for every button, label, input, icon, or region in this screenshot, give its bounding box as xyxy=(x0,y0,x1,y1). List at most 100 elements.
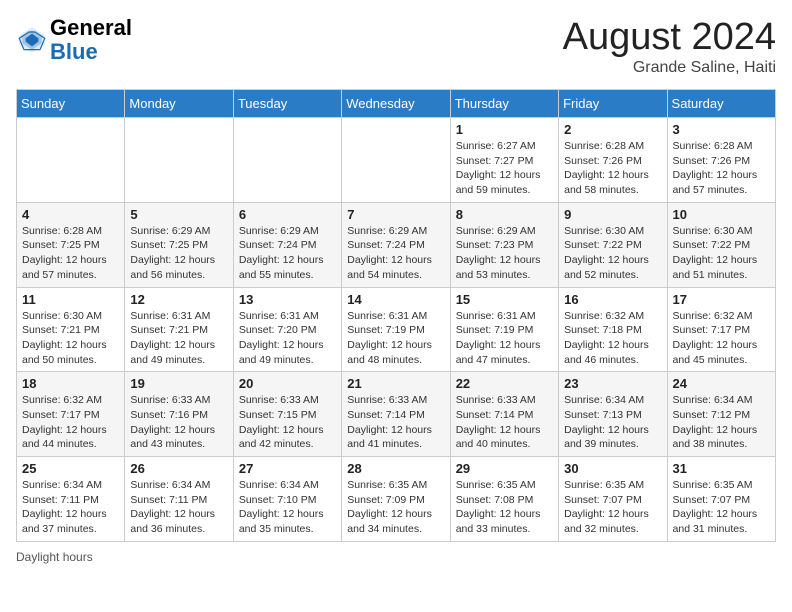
day-info: Sunrise: 6:28 AMSunset: 7:26 PMDaylight:… xyxy=(564,139,661,198)
calendar-day-cell: 19 Sunrise: 6:33 AMSunset: 7:16 PMDayligh… xyxy=(125,372,233,457)
day-number: 16 xyxy=(564,292,661,307)
calendar-day-cell: 25Sunrise: 6:34 AMSunset: 7:11 PMDayligh… xyxy=(17,457,125,542)
calendar-day-cell xyxy=(342,118,450,203)
day-info: Sunrise: 6:33 AMSunset: 7:16 PMDaylight:… xyxy=(130,393,227,452)
day-number: 23 xyxy=(564,376,661,391)
day-number: 12 xyxy=(130,292,227,307)
calendar-week-row: 4 Sunrise: 6:28 AMSunset: 7:25 PMDaylight… xyxy=(17,202,776,287)
day-info: Sunrise: 6:28 AMSunset: 7:26 PMDaylight:… xyxy=(673,139,770,198)
calendar-day-cell: 9Sunrise: 6:30 AMSunset: 7:22 PMDaylight… xyxy=(559,202,667,287)
day-number: 25 xyxy=(22,461,119,476)
location: Grande Saline, Haiti xyxy=(563,59,776,77)
day-info: Sunrise: 6:33 AMSunset: 7:15 PMDaylight:… xyxy=(239,393,336,452)
day-info: Sunrise: 6:29 AMSunset: 7:24 PMDaylight:… xyxy=(347,224,444,283)
calendar-day-header: Saturday xyxy=(667,90,775,118)
day-number: 26 xyxy=(130,461,227,476)
day-info: Sunrise: 6:27 AMSunset: 7:27 PMDaylight:… xyxy=(456,139,553,198)
calendar-day-cell: 14 Sunrise: 6:31 AMSunset: 7:19 PMDayligh… xyxy=(342,287,450,372)
calendar-day-cell: 27 Sunrise: 6:34 AMSunset: 7:10 PMDayligh… xyxy=(233,457,341,542)
calendar-week-row: 18 Sunrise: 6:32 AMSunset: 7:17 PMDayligh… xyxy=(17,372,776,457)
calendar-day-cell: 20 Sunrise: 6:33 AMSunset: 7:15 PMDayligh… xyxy=(233,372,341,457)
calendar-day-cell: 24 Sunrise: 6:34 AMSunset: 7:12 PMDayligh… xyxy=(667,372,775,457)
calendar-day-cell: 15 Sunrise: 6:31 AMSunset: 7:19 PMDayligh… xyxy=(450,287,558,372)
calendar-day-header: Monday xyxy=(125,90,233,118)
day-number: 24 xyxy=(673,376,770,391)
calendar-day-cell: 11Sunrise: 6:30 AMSunset: 7:21 PMDayligh… xyxy=(17,287,125,372)
day-number: 5 xyxy=(130,207,227,222)
calendar-day-cell: 22 Sunrise: 6:33 AMSunset: 7:14 PMDayligh… xyxy=(450,372,558,457)
logo-text: General Blue xyxy=(50,16,132,64)
day-number: 4 xyxy=(22,207,119,222)
page-header: General Blue August 2024 Grande Saline, … xyxy=(16,16,776,77)
calendar-day-cell: 23 Sunrise: 6:34 AMSunset: 7:13 PMDayligh… xyxy=(559,372,667,457)
calendar-day-cell: 28Sunrise: 6:35 AMSunset: 7:09 PMDayligh… xyxy=(342,457,450,542)
logo-blue: Blue xyxy=(50,39,98,64)
calendar-day-cell: 5 Sunrise: 6:29 AMSunset: 7:25 PMDaylight… xyxy=(125,202,233,287)
day-number: 15 xyxy=(456,292,553,307)
day-info: Sunrise: 6:31 AMSunset: 7:19 PMDaylight:… xyxy=(347,309,444,368)
day-number: 8 xyxy=(456,207,553,222)
day-info: Sunrise: 6:32 AMSunset: 7:17 PMDaylight:… xyxy=(673,309,770,368)
calendar-day-cell: 18 Sunrise: 6:32 AMSunset: 7:17 PMDayligh… xyxy=(17,372,125,457)
calendar-week-row: 1 Sunrise: 6:27 AMSunset: 7:27 PMDaylight… xyxy=(17,118,776,203)
calendar-day-header: Friday xyxy=(559,90,667,118)
day-number: 22 xyxy=(456,376,553,391)
calendar-week-row: 25 Sunrise: 6:34 AMSunset: 7:11 PMDayligh… xyxy=(17,457,776,542)
day-info: Sunrise: 6:29 AMSunset: 7:24 PMDaylight:… xyxy=(239,224,336,283)
day-info: Sunrise: 6:32 AMSunset: 7:18 PMDaylight:… xyxy=(564,309,661,368)
day-info: Sunrise: 6:33 AMSunset: 7:14 PMDaylight:… xyxy=(347,393,444,452)
day-number: 30 xyxy=(564,461,661,476)
calendar-day-cell: 21Sunrise: 6:33 AMSunset: 7:14 PMDayligh… xyxy=(342,372,450,457)
day-number: 13 xyxy=(239,292,336,307)
day-info: Sunrise: 6:34 AMSunset: 7:10 PMDaylight:… xyxy=(239,478,336,537)
day-number: 18 xyxy=(22,376,119,391)
calendar-day-cell: 4 Sunrise: 6:28 AMSunset: 7:25 PMDaylight… xyxy=(17,202,125,287)
day-number: 19 xyxy=(130,376,227,391)
day-info: Sunrise: 6:34 AMSunset: 7:12 PMDaylight:… xyxy=(673,393,770,452)
day-info: Sunrise: 6:35 AMSunset: 7:07 PMDaylight:… xyxy=(673,478,770,537)
calendar-day-cell: 1 Sunrise: 6:27 AMSunset: 7:27 PMDaylight… xyxy=(450,118,558,203)
day-number: 31 xyxy=(673,461,770,476)
day-info: Sunrise: 6:32 AMSunset: 7:17 PMDaylight:… xyxy=(22,393,119,452)
calendar-day-cell: 3 Sunrise: 6:28 AMSunset: 7:26 PMDaylight… xyxy=(667,118,775,203)
day-number: 20 xyxy=(239,376,336,391)
calendar-day-cell: 10Sunrise: 6:30 AMSunset: 7:22 PMDayligh… xyxy=(667,202,775,287)
day-info: Sunrise: 6:31 AMSunset: 7:19 PMDaylight:… xyxy=(456,309,553,368)
footer: Daylight hours xyxy=(16,550,776,564)
day-number: 27 xyxy=(239,461,336,476)
day-info: Sunrise: 6:34 AMSunset: 7:11 PMDaylight:… xyxy=(130,478,227,537)
day-info: Sunrise: 6:28 AMSunset: 7:25 PMDaylight:… xyxy=(22,224,119,283)
day-info: Sunrise: 6:35 AMSunset: 7:09 PMDaylight:… xyxy=(347,478,444,537)
day-number: 14 xyxy=(347,292,444,307)
calendar-day-cell: 12Sunrise: 6:31 AMSunset: 7:21 PMDayligh… xyxy=(125,287,233,372)
day-number: 2 xyxy=(564,122,661,137)
day-number: 29 xyxy=(456,461,553,476)
day-number: 3 xyxy=(673,122,770,137)
calendar-day-header: Wednesday xyxy=(342,90,450,118)
calendar-week-row: 11Sunrise: 6:30 AMSunset: 7:21 PMDayligh… xyxy=(17,287,776,372)
calendar-day-cell: 13 Sunrise: 6:31 AMSunset: 7:20 PMDayligh… xyxy=(233,287,341,372)
day-number: 11 xyxy=(22,292,119,307)
day-info: Sunrise: 6:29 AMSunset: 7:23 PMDaylight:… xyxy=(456,224,553,283)
calendar-day-cell: 2 Sunrise: 6:28 AMSunset: 7:26 PMDaylight… xyxy=(559,118,667,203)
calendar-table: SundayMondayTuesdayWednesdayThursdayFrid… xyxy=(16,89,776,542)
calendar-day-cell xyxy=(233,118,341,203)
day-info: Sunrise: 6:33 AMSunset: 7:14 PMDaylight:… xyxy=(456,393,553,452)
day-info: Sunrise: 6:29 AMSunset: 7:25 PMDaylight:… xyxy=(130,224,227,283)
day-number: 9 xyxy=(564,207,661,222)
day-number: 1 xyxy=(456,122,553,137)
day-info: Sunrise: 6:34 AMSunset: 7:13 PMDaylight:… xyxy=(564,393,661,452)
day-info: Sunrise: 6:35 AMSunset: 7:07 PMDaylight:… xyxy=(564,478,661,537)
calendar-day-cell: 30 Sunrise: 6:35 AMSunset: 7:07 PMDayligh… xyxy=(559,457,667,542)
daylight-label: Daylight hours xyxy=(16,550,93,564)
day-info: Sunrise: 6:31 AMSunset: 7:20 PMDaylight:… xyxy=(239,309,336,368)
logo-general: General xyxy=(50,15,132,40)
calendar-day-cell xyxy=(125,118,233,203)
logo: General Blue xyxy=(16,16,132,64)
calendar-day-cell: 6 Sunrise: 6:29 AMSunset: 7:24 PMDaylight… xyxy=(233,202,341,287)
calendar-day-cell: 29Sunrise: 6:35 AMSunset: 7:08 PMDayligh… xyxy=(450,457,558,542)
logo-icon xyxy=(16,24,48,56)
calendar-day-cell: 16 Sunrise: 6:32 AMSunset: 7:18 PMDayligh… xyxy=(559,287,667,372)
calendar-day-header: Tuesday xyxy=(233,90,341,118)
day-number: 6 xyxy=(239,207,336,222)
